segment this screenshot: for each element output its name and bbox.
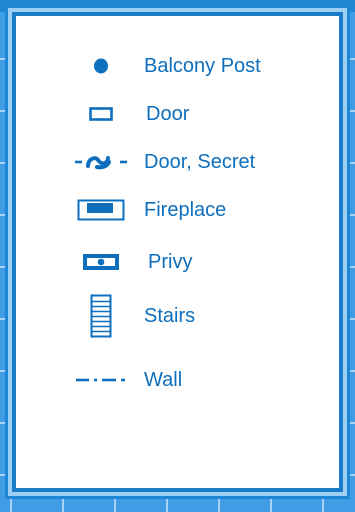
balcony-post-icon — [66, 48, 136, 84]
legend-label-fireplace: Fireplace — [144, 199, 227, 221]
door-icon — [66, 96, 136, 132]
legend-item-privy: Privy — [16, 244, 339, 280]
stairs-icon — [66, 292, 136, 340]
legend-label-wall: Wall — [144, 369, 183, 391]
wall-icon — [66, 362, 136, 398]
legend-item-balcony-post: Balcony Post — [16, 48, 339, 84]
legend-item-fireplace: Fireplace — [16, 192, 339, 228]
fireplace-icon — [66, 192, 136, 228]
secret-door-icon — [66, 144, 136, 180]
legend-label-privy: Privy — [148, 251, 193, 273]
map-legend: Balcony Post Door Door, Secret Fireplace… — [12, 12, 343, 492]
legend-label-balcony-post: Balcony Post — [144, 55, 261, 77]
legend-label-secret-door: Door, Secret — [144, 151, 256, 173]
legend-item-wall: Wall — [16, 362, 339, 398]
legend-item-stairs: Stairs — [16, 294, 339, 338]
legend-item-door: Door — [16, 96, 339, 132]
privy-icon — [66, 244, 136, 280]
legend-item-secret-door: Door, Secret — [16, 144, 339, 180]
map-frame-top — [0, 0, 355, 12]
legend-label-door: Door — [146, 103, 190, 125]
legend-label-stairs: Stairs — [144, 305, 196, 327]
